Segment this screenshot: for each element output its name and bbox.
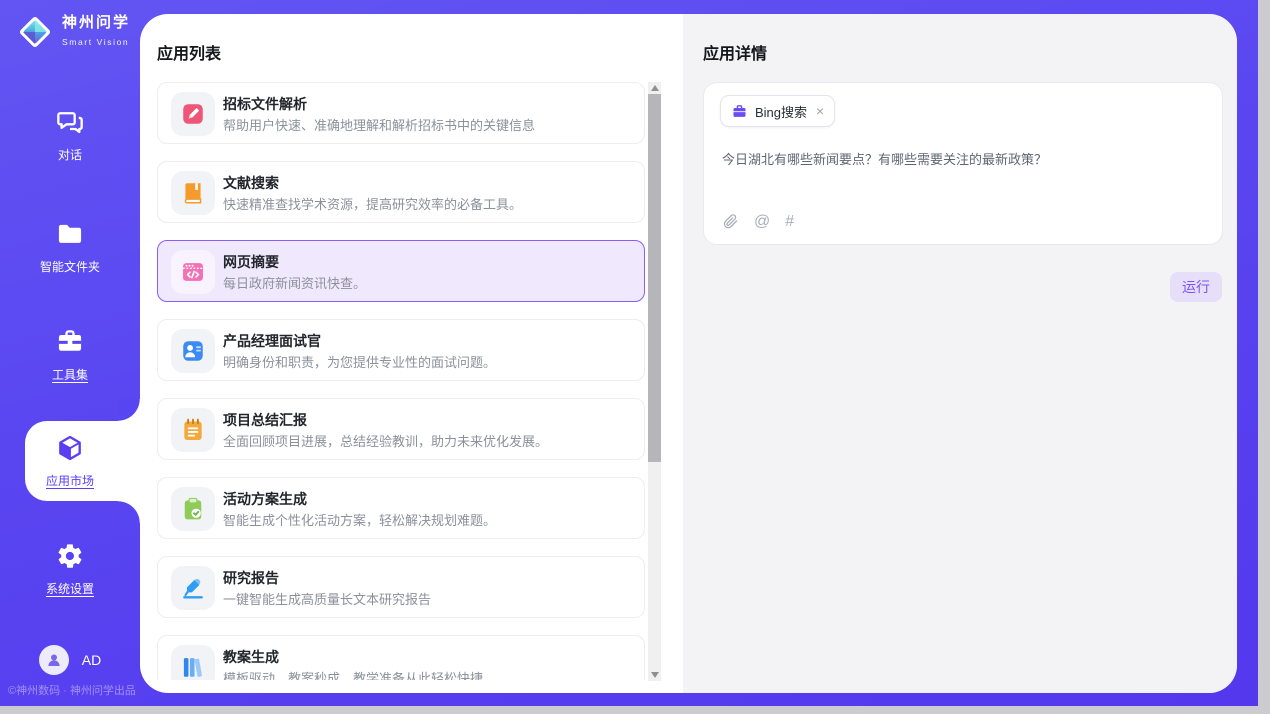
sidebar-item-label: 对话 <box>0 146 140 163</box>
books-icon <box>171 645 215 680</box>
app-detail-panel: 应用详情 Bing搜索 × 今日湖北有哪些新闻要点？有哪些需要关注的最新政策？ … <box>683 14 1237 693</box>
book-icon <box>171 171 215 215</box>
app-item-description: 明确身份和职责，为您提供专业性的面试问题。 <box>223 352 496 371</box>
folder-icon <box>56 235 84 252</box>
webpage-icon <box>171 250 215 294</box>
sidebar-item-toolset[interactable]: 工具集 <box>0 328 140 383</box>
app-item-title: 网页摘要 <box>223 252 279 272</box>
prompt-text[interactable]: 今日湖北有哪些新闻要点？有哪些需要关注的最新政策？ <box>722 149 1202 168</box>
user-name: AD <box>82 652 101 668</box>
app-item-description: 一键智能生成高质量长文本研究报告 <box>223 589 431 608</box>
cube-icon <box>56 449 84 466</box>
sidebar-item-label: 智能文件夹 <box>0 258 140 275</box>
app-window: 神州问学 Smart Vision 对话智能文件夹工具集应用市场系统设置 AD … <box>0 0 1258 706</box>
user-row[interactable]: AD <box>0 645 140 675</box>
memo-edit-icon <box>171 92 215 136</box>
app-list-item-webpage-summary[interactable]: 网页摘要每日政府新闻资讯快查。 <box>157 240 645 302</box>
app-item-description: 模板驱动，教案秒成，教学准备从此轻松快捷 <box>223 668 483 680</box>
sidebar-item-label: 应用市场 <box>0 472 140 489</box>
sidebar-item-chat[interactable]: 对话 <box>0 108 140 163</box>
content-panel: 应用列表 招标文件解析帮助用户快速、准确地理解和解析招标书中的关键信息文献搜索快… <box>140 14 1237 693</box>
sidebar-item-label: 工具集 <box>0 366 140 383</box>
app-item-description: 快速精准查找学术资源，提高研究效率的必备工具。 <box>223 194 522 213</box>
hash-icon[interactable]: # <box>785 213 794 230</box>
app-item-description: 帮助用户快速、准确地理解和解析招标书中的关键信息 <box>223 115 535 134</box>
scrollbar-up-arrow-icon[interactable] <box>651 85 659 91</box>
copyright-text: ©神州数码 · 神州问学出品 <box>8 682 136 698</box>
app-list-item-lesson-plan[interactable]: 教案生成模板驱动，教案秒成，教学准备从此轻松快捷 <box>157 635 645 680</box>
sidebar-item-smart-folder[interactable]: 智能文件夹 <box>0 220 140 275</box>
brand-subtitle: Smart Vision <box>62 37 129 47</box>
app-item-description: 每日政府新闻资讯快查。 <box>223 273 366 292</box>
app-item-description: 智能生成个性化活动方案，轻松解决规划难题。 <box>223 510 496 529</box>
interviewer-icon <box>171 329 215 373</box>
app-item-title: 项目总结汇报 <box>223 410 307 430</box>
sidebar-item-label: 系统设置 <box>0 580 140 597</box>
tool-chip-bing-search[interactable]: Bing搜索 × <box>720 95 835 127</box>
notepad-icon <box>171 408 215 452</box>
sidebar-item-system-settings[interactable]: 系统设置 <box>0 542 140 597</box>
app-item-title: 教案生成 <box>223 647 279 667</box>
briefcase-icon <box>731 103 748 120</box>
app-list-item-bid-doc-parse[interactable]: 招标文件解析帮助用户快速、准确地理解和解析招标书中的关键信息 <box>157 82 645 144</box>
brand: 神州问学 Smart Vision <box>15 12 130 52</box>
chat-icon <box>56 123 84 140</box>
input-toolbar: @# <box>722 213 794 230</box>
active-nav-curve-bottom <box>118 501 140 523</box>
toolbox-icon <box>56 343 84 360</box>
app-item-title: 文献搜索 <box>223 173 279 193</box>
app-list-item-pm-interviewer[interactable]: 产品经理面试官明确身份和职责，为您提供专业性的面试问题。 <box>157 319 645 381</box>
mention-icon[interactable]: @ <box>754 213 770 230</box>
app-item-title: 活动方案生成 <box>223 489 307 509</box>
scrollbar-thumb[interactable] <box>648 94 661 462</box>
app-list-title: 应用列表 <box>157 40 221 64</box>
app-item-title: 招标文件解析 <box>223 94 307 114</box>
run-button[interactable]: 运行 <box>1170 272 1222 302</box>
tool-chip-label: Bing搜索 <box>755 102 807 121</box>
sidebar-item-app-market[interactable]: 应用市场 <box>0 434 140 489</box>
brand-name: 神州问学 <box>62 14 130 31</box>
app-list-item-research-report[interactable]: 研究报告一键智能生成高质量长文本研究报告 <box>157 556 645 618</box>
attachment-icon[interactable] <box>722 213 739 230</box>
chip-close-icon[interactable]: × <box>816 104 824 118</box>
app-item-title: 研究报告 <box>223 568 279 588</box>
app-list-item-project-summary[interactable]: 项目总结汇报全面回顾项目进展，总结经验教训，助力未来优化发展。 <box>157 398 645 460</box>
app-list: 招标文件解析帮助用户快速、准确地理解和解析招标书中的关键信息文献搜索快速精准查找… <box>157 82 647 680</box>
scrollbar-down-arrow-icon[interactable] <box>651 672 659 678</box>
gem-logo-icon <box>15 12 55 52</box>
gear-icon <box>56 557 84 574</box>
app-list-item-event-plan[interactable]: 活动方案生成智能生成个性化活动方案，轻松解决规划难题。 <box>157 477 645 539</box>
active-nav-curve-top <box>118 399 140 421</box>
app-list-item-literature-search[interactable]: 文献搜索快速精准查找学术资源，提高研究效率的必备工具。 <box>157 161 645 223</box>
app-list-scrollbar[interactable] <box>648 82 661 681</box>
app-item-title: 产品经理面试官 <box>223 331 321 351</box>
prompt-card: Bing搜索 × 今日湖北有哪些新闻要点？有哪些需要关注的最新政策？ @# <box>703 82 1223 245</box>
app-detail-title: 应用详情 <box>703 40 767 64</box>
app-item-description: 全面回顾项目进展，总结经验教训，助力未来优化发展。 <box>223 431 548 450</box>
clipboard-check-icon <box>171 487 215 531</box>
user-avatar-icon <box>39 645 69 675</box>
research-icon <box>171 566 215 610</box>
